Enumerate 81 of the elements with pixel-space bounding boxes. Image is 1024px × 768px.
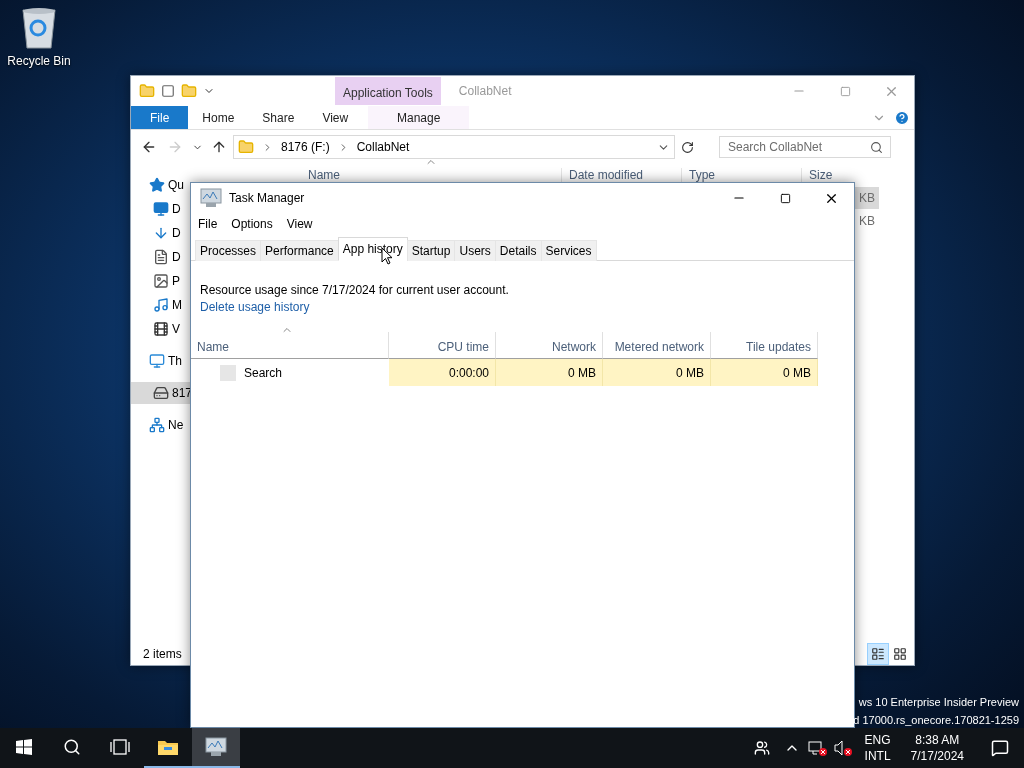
tab[interactable]: Performance [260, 240, 339, 261]
delete-history-link[interactable]: Delete usage history [200, 300, 854, 314]
ribbon-tab[interactable]: Share [248, 106, 309, 129]
nav-item[interactable]: 817 [172, 386, 193, 400]
nav-item[interactable]: D [172, 250, 181, 264]
network-disconnected-icon[interactable] [807, 740, 828, 756]
context-tab-header: Application Tools [335, 77, 441, 105]
task-view-icon [110, 739, 130, 755]
clock[interactable]: 8:38 AM 7/17/2024 [898, 732, 976, 764]
search-field[interactable]: Search CollabNet [719, 136, 891, 158]
document-icon [153, 249, 169, 265]
notifications-icon [991, 739, 1009, 757]
grid-view-icon [893, 647, 907, 661]
breadcrumb[interactable]: 8176 (F:) [281, 140, 330, 154]
tab[interactable]: Details [494, 240, 542, 261]
nav-item[interactable]: P [172, 274, 180, 288]
tab[interactable]: App history [337, 237, 408, 261]
address-bar[interactable]: 8176 (F:) CollabNet [233, 135, 675, 159]
desktop-icon-label[interactable]: Recycle Bin [7, 54, 71, 68]
table-cell: 0 MB [603, 359, 711, 386]
drive-icon [153, 385, 169, 401]
status-text: 2 items [143, 647, 182, 661]
file-menu-button[interactable]: File [131, 106, 189, 129]
language-indicator[interactable]: ENG INTL [856, 732, 899, 764]
star-icon [149, 177, 165, 193]
computer-icon [149, 353, 165, 369]
search-icon [870, 141, 883, 154]
picture-frame-icon [153, 273, 169, 289]
breadcrumb[interactable]: CollabNet [356, 140, 410, 154]
tab[interactable]: Processes [195, 240, 262, 261]
people-icon [753, 740, 770, 756]
table-cell: 0:00:00 [389, 359, 496, 386]
properties-icon[interactable] [161, 84, 175, 98]
menu-item[interactable]: File [191, 213, 225, 235]
nav-item[interactable]: Qu [168, 178, 184, 192]
ribbon-tab[interactable]: Home [188, 106, 249, 129]
nav-item[interactable]: Th [168, 354, 182, 368]
network-icon [149, 417, 165, 433]
folder-icon [157, 738, 179, 756]
table-cell: 0 MB [496, 359, 603, 386]
details-view-icon [871, 647, 885, 661]
details-view-button[interactable] [868, 644, 888, 664]
folder-icon [238, 139, 254, 155]
tab[interactable]: Services [540, 240, 597, 261]
nav-item[interactable]: D [172, 202, 181, 216]
ribbon-tab[interactable]: View [308, 106, 363, 129]
tab[interactable]: Startup [406, 240, 456, 261]
recycle-bin-icon[interactable] [19, 6, 59, 50]
right-arrow-icon [167, 139, 183, 155]
search-icon [63, 738, 81, 756]
window-title: Task Manager [229, 191, 305, 205]
tab[interactable]: Users [454, 240, 496, 261]
menu-item[interactable]: Options [224, 213, 280, 235]
nav-item[interactable]: Ne [168, 418, 184, 432]
help-icon[interactable] [894, 109, 910, 126]
film-icon [153, 321, 169, 337]
file-size-cell-text: KB [858, 213, 876, 230]
window-title: CollabNet [458, 84, 512, 98]
windows-logo-icon [16, 739, 32, 755]
nav-item[interactable]: V [172, 322, 180, 336]
download-icon [153, 225, 169, 241]
task-manager-button[interactable] [192, 728, 240, 768]
column-header[interactable]: Name [191, 332, 389, 359]
task-manager-icon [199, 188, 223, 208]
watermark-text: d 17000.rs_onecore.170821-1259 [853, 713, 1019, 728]
app-name: Search [244, 365, 283, 380]
app-icon [220, 364, 236, 381]
monitor-icon [153, 201, 169, 217]
volume-muted-icon[interactable] [833, 740, 854, 756]
maximize-icon [779, 192, 791, 204]
task-manager-icon [204, 737, 228, 757]
column-header[interactable]: Name [301, 168, 561, 182]
nav-item[interactable]: D [172, 226, 181, 240]
summary-text: Resource usage since 7/17/2024 for current user account. [200, 283, 510, 297]
menu-item[interactable]: View [279, 213, 320, 235]
watermark-text: ws 10 Enterprise Insider Preview [858, 695, 1019, 710]
refresh-icon [680, 140, 694, 154]
music-note-icon [153, 297, 169, 313]
nav-item[interactable]: M [172, 298, 182, 312]
maximize-icon [839, 85, 851, 97]
table-cell: 0 MB [711, 359, 818, 386]
